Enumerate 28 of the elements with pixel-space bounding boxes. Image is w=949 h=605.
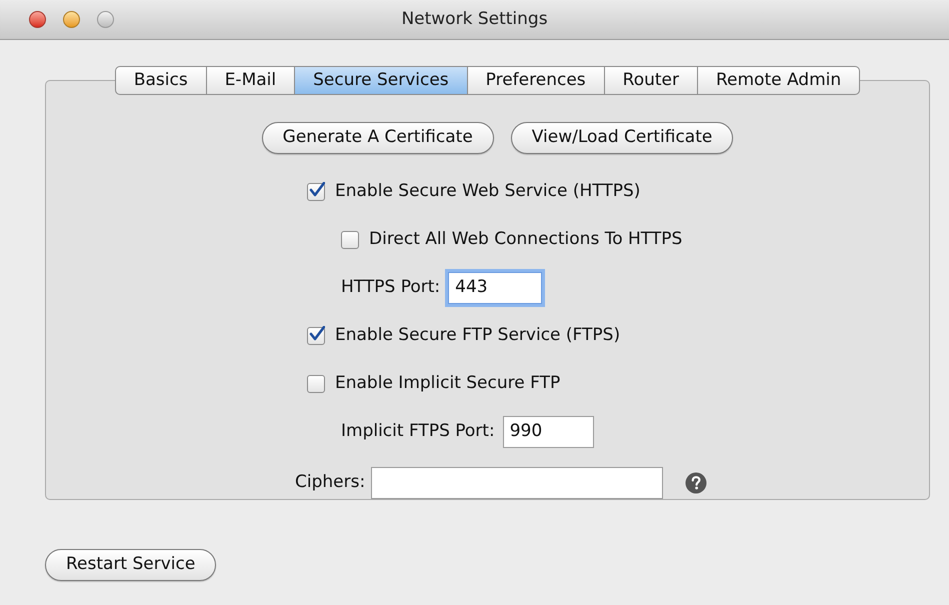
checkmark-icon	[309, 326, 325, 342]
zoom-icon[interactable]	[97, 11, 114, 28]
input-field[interactable]	[371, 466, 664, 498]
tab[interactable]: Basics	[116, 67, 206, 94]
tab[interactable]: Secure Services	[294, 67, 467, 94]
window-title: Network Settings	[401, 8, 548, 31]
field-label: Implicit FTPS Port:	[341, 420, 495, 444]
input-field[interactable]: 443	[448, 272, 542, 304]
checkmark-icon	[309, 182, 325, 198]
help-icon[interactable]	[685, 472, 708, 494]
input-field[interactable]: 990	[502, 416, 594, 448]
checkbox[interactable]	[307, 327, 325, 345]
certificate-button[interactable]: Generate A Certificate	[262, 122, 494, 154]
tab[interactable]: Router	[604, 67, 697, 94]
field-label: Ciphers:	[295, 470, 366, 494]
restart-service-button[interactable]: Restart Service	[45, 549, 216, 581]
checkbox-label: Enable Secure FTP Service (FTPS)	[335, 324, 620, 348]
close-icon[interactable]	[29, 11, 46, 28]
checkbox[interactable]	[341, 231, 359, 249]
field-label: HTTPS Port:	[341, 276, 440, 300]
checkbox-label: Enable Implicit Secure FTP	[335, 372, 560, 396]
checkbox-label: Enable Secure Web Service (HTTPS)	[335, 180, 640, 204]
minimize-icon[interactable]	[63, 11, 80, 28]
checkbox-label: Direct All Web Connections To HTTPS	[369, 228, 682, 252]
checkbox[interactable]	[307, 375, 325, 393]
tab[interactable]: Preferences	[466, 67, 604, 94]
checkbox[interactable]	[307, 183, 325, 201]
certificate-button[interactable]: View/Load Certificate	[510, 122, 734, 154]
